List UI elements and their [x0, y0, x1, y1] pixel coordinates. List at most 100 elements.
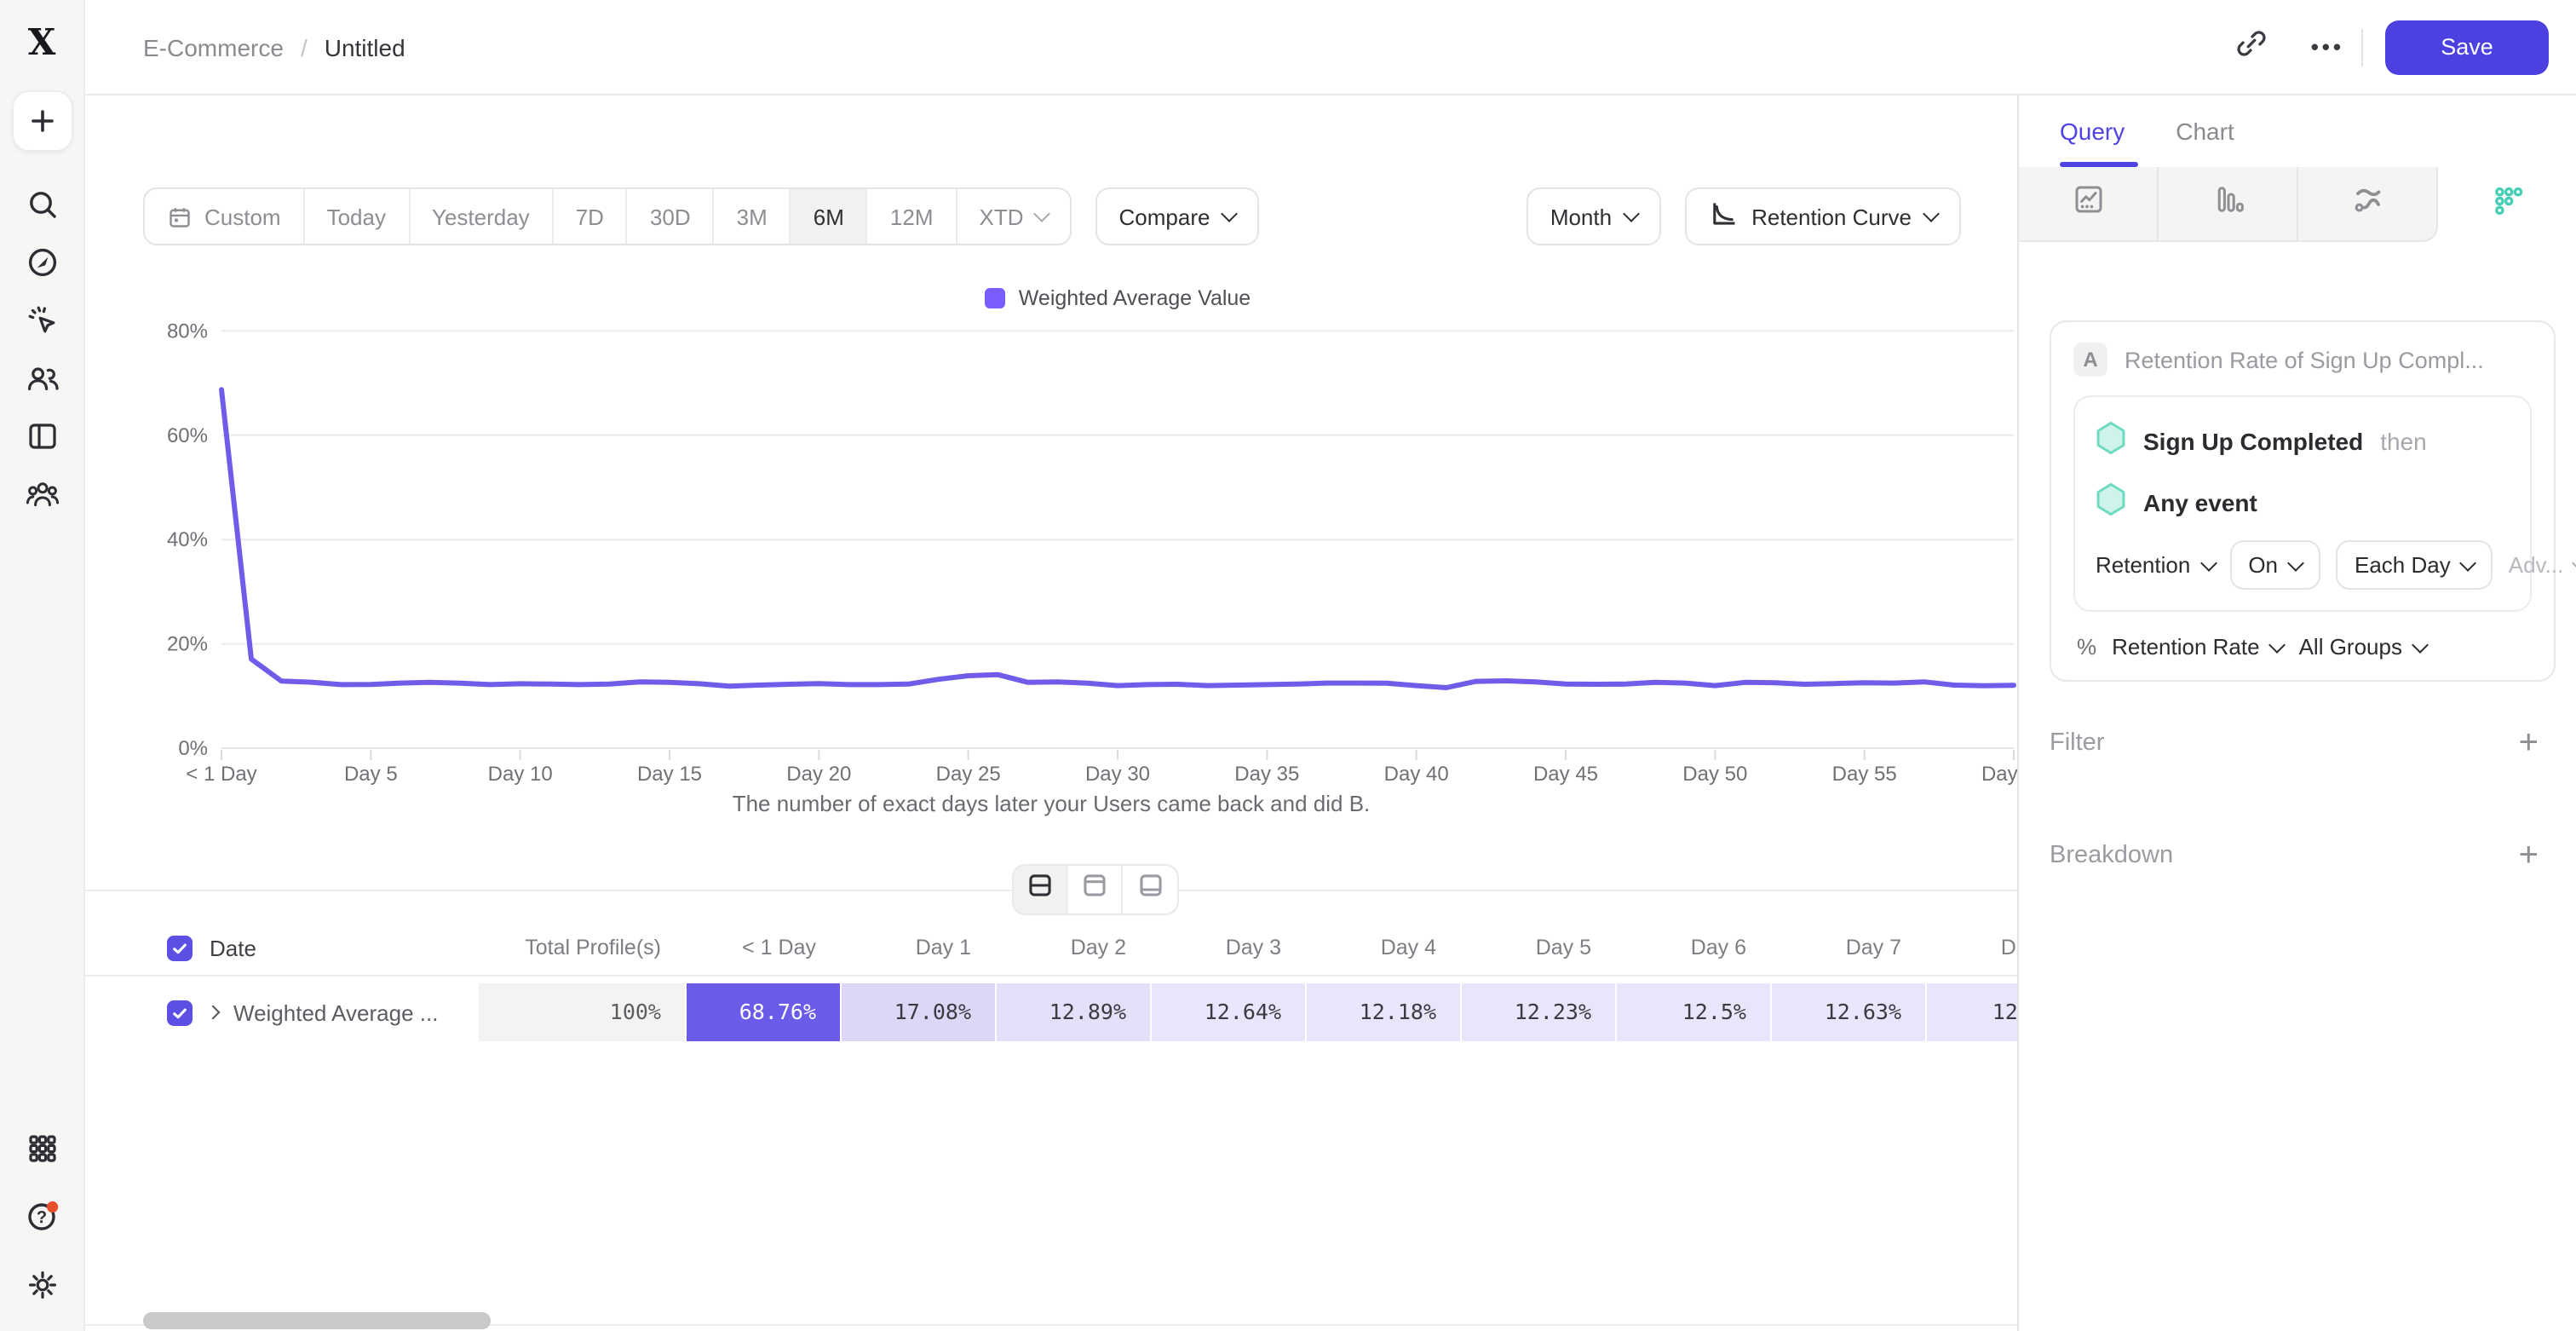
row-checkbox[interactable] [167, 1000, 193, 1025]
row-label[interactable]: Weighted Average ... [233, 1000, 438, 1025]
apps-button[interactable] [13, 1120, 71, 1178]
add-filter-button[interactable]: + [2519, 726, 2539, 760]
create-new-button[interactable] [11, 90, 72, 152]
percent-icon: % [2077, 634, 2096, 660]
each-day-label: Each Day [2355, 552, 2451, 578]
report-type-retention[interactable] [2438, 167, 2576, 242]
boards-button[interactable] [13, 407, 71, 465]
plus-icon [25, 104, 59, 138]
date-range-12m[interactable]: 12M [868, 189, 957, 244]
app-window: X ? [0, 0, 2576, 1331]
date-range-today[interactable]: Today [305, 189, 410, 244]
more-menu-button[interactable]: ••• [2311, 34, 2344, 60]
grid-icon [25, 1132, 59, 1166]
x-axis-tick-label: Day 55 [1832, 763, 1897, 786]
help-icon: ? [23, 1198, 60, 1236]
column-header-date[interactable]: Date [210, 935, 256, 960]
column-header[interactable]: Total Profile(s) [477, 936, 685, 959]
breadcrumb-title[interactable]: Untitled [325, 33, 405, 60]
users-icon [25, 361, 59, 395]
retention-value-cell: 17.08% [840, 983, 995, 1041]
on-dropdown[interactable]: On [2229, 540, 2320, 590]
search-button[interactable] [13, 176, 71, 233]
date-range-30d[interactable]: 30D [628, 189, 715, 244]
date-range-yesterday[interactable]: Yesterday [410, 189, 554, 244]
date-range-7d[interactable]: 7D [554, 189, 628, 244]
layout-table-only-button[interactable] [1123, 866, 1177, 913]
x-axis-tick-label: Day 45 [1533, 763, 1598, 786]
tab-query[interactable]: Query [2060, 118, 2125, 145]
column-header[interactable]: < 1 Day [685, 936, 840, 959]
report-type-switcher [2019, 167, 2576, 242]
save-button[interactable]: Save [2385, 20, 2549, 74]
date-range-custom[interactable]: Custom [145, 189, 305, 244]
retention-value-cell: 12.18% [1305, 983, 1460, 1041]
expand-row-chevron-icon[interactable] [206, 1005, 221, 1020]
tab-chart[interactable]: Chart [2176, 118, 2234, 145]
retention-value-cell: 12.64% [1150, 983, 1305, 1041]
discover-button[interactable] [13, 233, 71, 291]
gear-icon [25, 1268, 59, 1302]
chevron-down-icon [1033, 205, 1050, 222]
event-hexagon-icon [2096, 481, 2126, 524]
events-button[interactable] [13, 291, 71, 349]
column-header[interactable]: Day 4 [1305, 936, 1460, 959]
y-axis-tick-label: 80% [167, 320, 208, 343]
horizontal-scrollbar[interactable] [143, 1312, 491, 1329]
column-header[interactable]: Day 2 [995, 936, 1150, 959]
chevron-down-icon [1623, 205, 1640, 222]
copy-link-button[interactable] [2222, 18, 2280, 76]
y-axis-tick-label: 0% [178, 737, 208, 760]
chart-style-button[interactable]: Retention Curve [1685, 187, 1961, 245]
advanced-dropdown[interactable]: Adv... [2509, 552, 2576, 578]
help-button[interactable]: ? [13, 1188, 71, 1246]
compare-button[interactable]: Compare [1095, 187, 1260, 245]
column-header[interactable]: Day 5 [1460, 936, 1615, 959]
column-header[interactable]: Day 3 [1150, 936, 1305, 959]
select-all-checkbox[interactable] [167, 935, 193, 960]
granularity-button[interactable]: Month [1527, 187, 1661, 245]
users-button[interactable] [13, 349, 71, 407]
settings-button[interactable] [13, 1256, 71, 1314]
date-range-xtd[interactable]: XTD [957, 189, 1070, 244]
retention-series-line[interactable] [221, 389, 2014, 688]
y-axis-tick-label: 60% [167, 424, 208, 447]
flows-icon [2350, 182, 2384, 225]
chart-caption: The number of exact days later your User… [85, 791, 2017, 816]
cohorts-button[interactable] [13, 465, 71, 523]
retention-type-dropdown[interactable]: Retention [2096, 552, 2214, 578]
first-event-row[interactable]: Sign Up Completed then [2096, 418, 2510, 465]
report-type-flows[interactable] [2298, 167, 2438, 242]
report-type-funnels[interactable] [2159, 167, 2298, 242]
column-header[interactable]: Day 1 [840, 936, 995, 959]
each-day-dropdown[interactable]: Each Day [2336, 540, 2493, 590]
date-range-3m[interactable]: 3M [715, 189, 791, 244]
table-header-label-col: Date [85, 920, 477, 975]
chevron-down-icon [2287, 554, 2304, 571]
add-breakdown-button[interactable]: + [2519, 838, 2539, 873]
retention-line-chart[interactable]: 0%20%40%60%80%< 1 DayDay 5Day 10Day 15Da… [85, 266, 2017, 804]
layout-split-button[interactable] [1014, 866, 1068, 913]
column-header[interactable]: Day 7 [1770, 936, 1925, 959]
metric-dropdown[interactable]: Retention Rate [2112, 634, 2283, 660]
x-axis-tick-label: Day 35 [1234, 763, 1299, 786]
query-step-header[interactable]: A Retention Rate of Sign Up Compl... [2073, 343, 2532, 377]
breadcrumb-project[interactable]: E-Commerce [143, 33, 284, 60]
groups-dropdown[interactable]: All Groups [2299, 634, 2426, 660]
mixpanel-logo-icon[interactable]: X [28, 20, 56, 63]
left-sidebar: X ? [0, 0, 85, 1331]
x-axis-tick-label: Day 40 [1384, 763, 1449, 786]
chevron-down-icon [1923, 205, 1940, 222]
chevron-down-icon [2571, 554, 2576, 571]
report-type-insights[interactable] [2019, 167, 2159, 242]
date-range-6m[interactable]: 6M [791, 189, 868, 244]
groups-label: All Groups [2299, 634, 2402, 660]
column-header[interactable]: Day 6 [1615, 936, 1770, 959]
retention-value-cell: 12.5% [1615, 983, 1770, 1041]
second-event-row[interactable]: Any event [2096, 479, 2510, 527]
column-header[interactable]: Day 8 [1925, 936, 2017, 959]
breakdown-section: Breakdown + [2050, 838, 2539, 873]
query-step-card: A Retention Rate of Sign Up Compl... Sig… [2050, 320, 2556, 682]
layout-chart-only-button[interactable] [1068, 866, 1123, 913]
breakdown-label: Breakdown [2050, 842, 2173, 869]
